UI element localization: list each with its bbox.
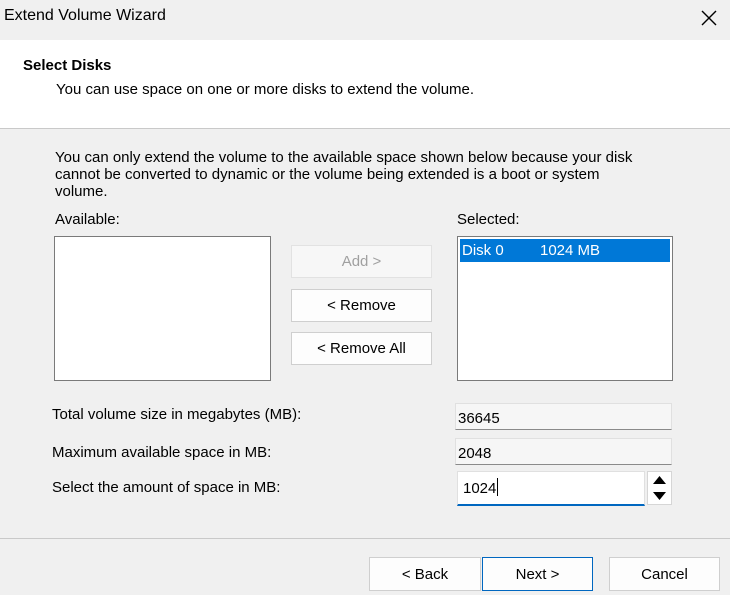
available-listbox[interactable]: [54, 236, 271, 381]
remove-button[interactable]: < Remove: [291, 289, 432, 322]
max-space-label: Maximum available space in MB:: [52, 444, 272, 461]
disk-name: Disk 0: [462, 242, 504, 259]
wizard-header: Select Disks You can use space on one or…: [0, 40, 730, 129]
amount-spinner[interactable]: [647, 471, 672, 505]
title-bar: Extend Volume Wizard: [0, 0, 730, 34]
close-button[interactable]: [690, 0, 730, 34]
text-cursor: [497, 478, 499, 496]
window-title: Extend Volume Wizard: [4, 7, 166, 24]
add-button[interactable]: Add >: [291, 245, 432, 278]
remove-all-button[interactable]: < Remove All: [291, 332, 432, 365]
arrow-down-icon: [653, 492, 666, 500]
info-text: You can only extend the volume to the av…: [55, 149, 685, 200]
cancel-button[interactable]: Cancel: [609, 557, 720, 591]
disk-size: 1024 MB: [540, 242, 601, 259]
info-line-2: cannot be converted to dynamic or the vo…: [55, 166, 600, 183]
amount-input[interactable]: 1024: [457, 471, 645, 506]
header-title: Select Disks: [23, 57, 112, 74]
header-subtitle: You can use space on one or more disks t…: [56, 81, 475, 98]
total-size-field: 36645: [455, 403, 672, 430]
back-button[interactable]: < Back: [369, 557, 481, 591]
available-label: Available:: [55, 211, 120, 228]
footer-divider: [0, 538, 730, 539]
selected-disk-row[interactable]: Disk 0 1024 MB: [460, 239, 670, 262]
total-size-label: Total volume size in megabytes (MB):: [52, 406, 302, 423]
info-line-1: You can only extend the volume to the av…: [55, 149, 633, 166]
info-line-3: volume.: [55, 183, 108, 200]
spin-up-button[interactable]: [648, 472, 671, 488]
next-button[interactable]: Next >: [482, 557, 593, 591]
close-icon: [701, 10, 717, 26]
selected-listbox[interactable]: Disk 0 1024 MB: [457, 236, 673, 381]
amount-value: 1024: [463, 480, 497, 497]
spin-down-button[interactable]: [648, 488, 671, 504]
selected-label: Selected:: [457, 211, 520, 228]
arrow-up-icon: [653, 476, 666, 484]
amount-label: Select the amount of space in MB:: [52, 479, 281, 496]
max-space-field: 2048: [455, 438, 672, 465]
